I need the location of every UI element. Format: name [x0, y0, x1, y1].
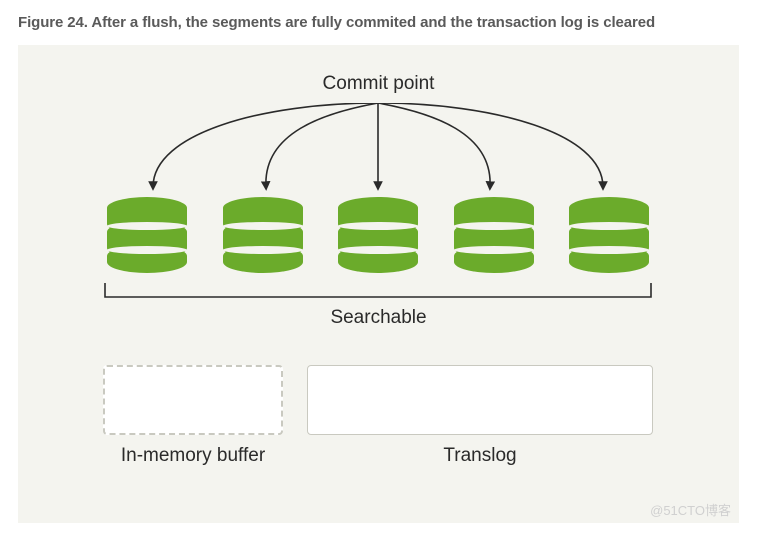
segment-cylinders [103, 195, 653, 273]
searchable-label: Searchable [18, 307, 739, 329]
watermark: @51CTO博客 [650, 500, 731, 519]
in-memory-buffer-label: In-memory buffer [103, 445, 283, 467]
commit-arrows [113, 103, 643, 193]
in-memory-buffer-box [103, 365, 283, 435]
translog-box [307, 365, 653, 435]
segment-icon [103, 195, 191, 273]
diagram-panel: Commit point Searchable In-memory buffer… [18, 45, 739, 523]
figure-title: Figure 24. After a flush, the segments a… [0, 0, 757, 41]
segment-icon [565, 195, 653, 273]
labels-row: In-memory buffer Translog [103, 445, 653, 467]
segment-icon [219, 195, 307, 273]
commit-point-label: Commit point [18, 73, 739, 95]
boxes-row [103, 365, 653, 435]
segment-icon [334, 195, 422, 273]
searchable-bracket-icon [103, 283, 653, 301]
segment-icon [450, 195, 538, 273]
translog-label: Translog [307, 445, 653, 467]
